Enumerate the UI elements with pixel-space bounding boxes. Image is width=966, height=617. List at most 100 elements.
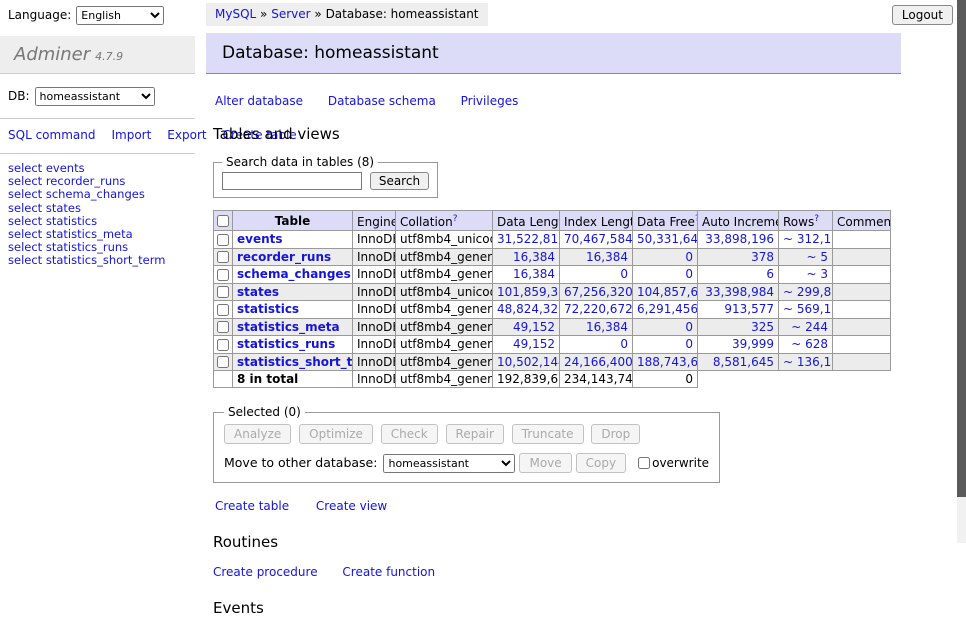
data-length-link[interactable]: 16,384 (513, 267, 555, 281)
index-length-link[interactable]: 0 (620, 337, 628, 351)
move-database-select[interactable]: homeassistant (383, 454, 515, 473)
index-length-link[interactable]: 72,220,672 (564, 302, 633, 316)
table-name-link[interactable]: statistics_runs (237, 337, 335, 351)
data-length-link[interactable]: 48,824,320 (497, 302, 560, 316)
search-button[interactable]: Search (370, 172, 429, 190)
search-input[interactable] (222, 172, 362, 190)
sql-command-link[interactable]: SQL command (8, 128, 95, 142)
move-button[interactable]: Move (519, 453, 571, 473)
rows-count-link[interactable]: ~ 299,833 (783, 285, 833, 299)
truncate-button[interactable]: Truncate (512, 424, 584, 444)
breadcrumb-server-link[interactable]: Server (271, 7, 310, 21)
drop-button[interactable]: Drop (591, 424, 640, 444)
data-length-link[interactable]: 31,522,816 (497, 232, 560, 246)
table-name-link[interactable]: statistics_meta (237, 320, 340, 334)
row-checkbox[interactable] (217, 269, 229, 281)
auto-increment-link[interactable]: 325 (751, 320, 774, 334)
create-view-link[interactable]: Create view (316, 499, 387, 513)
collation-cell: utf8mb4_general_ci (396, 301, 493, 319)
scrollbar-thumb[interactable] (957, 0, 966, 497)
index-length-link[interactable]: 0 (620, 267, 628, 281)
sidebar-item-select-schema-changes[interactable]: select schema_changes (8, 188, 187, 201)
create-procedure-link[interactable]: Create procedure (213, 565, 318, 579)
row-checkbox[interactable] (217, 286, 229, 298)
table-name-link[interactable]: schema_changes (237, 267, 351, 281)
total-collation-cell: utf8mb4_general_ci (396, 371, 493, 388)
data-free-link[interactable]: 0 (685, 320, 693, 334)
auto-increment-link[interactable]: 39,999 (732, 337, 774, 351)
auto-increment-link[interactable]: 33,898,196 (705, 232, 774, 246)
row-checkbox[interactable] (217, 304, 229, 316)
select-all-checkbox[interactable] (217, 215, 229, 227)
row-checkbox[interactable] (217, 321, 229, 333)
overwrite-checkbox[interactable] (638, 457, 650, 469)
data-free-link[interactable]: 188,743,680 (637, 355, 698, 369)
rows-count-link[interactable]: ~ 244 (791, 320, 828, 334)
sidebar-item-select-states[interactable]: select states (8, 202, 187, 215)
rows-count-link[interactable]: ~ 312,180 (783, 232, 833, 246)
table-row: statistics InnoDB utf8mb4_general_ci 48,… (214, 301, 891, 319)
index-length-link[interactable]: 24,166,400 (564, 355, 633, 369)
row-checkbox[interactable] (217, 234, 229, 246)
comment-cell (833, 301, 891, 319)
data-free-link[interactable]: 6,291,456 (637, 302, 698, 316)
column-help-link[interactable]: ? (453, 214, 458, 224)
table-name-link[interactable]: states (237, 285, 279, 299)
rows-count-link[interactable]: ~ 628 (791, 337, 828, 351)
optimize-button[interactable]: Optimize (299, 424, 373, 444)
alter-database-link[interactable]: Alter database (215, 94, 303, 108)
table-row: events InnoDB utf8mb4_unicode_ci 31,522,… (214, 231, 891, 249)
import-link[interactable]: Import (111, 128, 151, 142)
create-table-link-bottom[interactable]: Create table (215, 499, 289, 513)
table-name-link[interactable]: events (237, 232, 283, 246)
privileges-link[interactable]: Privileges (461, 94, 519, 108)
breadcrumb-mysql-link[interactable]: MySQL (215, 7, 256, 21)
create-function-link[interactable]: Create function (342, 565, 435, 579)
db-selector-row: DB:homeassistant (0, 74, 195, 119)
rows-count-link[interactable]: ~ 3 (806, 267, 828, 281)
index-length-link[interactable]: 67,256,320 (564, 285, 633, 299)
row-checkbox[interactable] (217, 339, 229, 351)
copy-button[interactable]: Copy (576, 453, 626, 473)
auto-increment-link[interactable]: 8,581,645 (713, 355, 774, 369)
sidebar-item-select-statistics-short-term[interactable]: select statistics_short_term (8, 254, 187, 267)
auto-increment-link[interactable]: 6 (766, 267, 774, 281)
check-button[interactable]: Check (381, 424, 438, 444)
data-free-link[interactable]: 50,331,648 (637, 232, 698, 246)
vertical-scrollbar[interactable] (957, 0, 966, 543)
logout-button[interactable]: Logout (892, 5, 953, 25)
table-name-link[interactable]: statistics_short_term (237, 355, 353, 369)
index-length-link[interactable]: 16,384 (586, 250, 628, 264)
database-schema-link[interactable]: Database schema (328, 94, 436, 108)
rows-count-link[interactable]: ~ 569,159 (783, 302, 833, 316)
table-row: statistics_short_term InnoDB utf8mb4_gen… (214, 353, 891, 371)
column-help-link[interactable]: ? (814, 214, 819, 224)
data-free-link[interactable]: 104,857,600 (637, 285, 698, 299)
rows-count-link[interactable]: ~ 5 (806, 250, 828, 264)
data-length-link[interactable]: 49,152 (513, 320, 555, 334)
move-label: Move to other database: (224, 455, 377, 470)
db-select[interactable]: homeassistant (35, 87, 155, 106)
data-length-link[interactable]: 49,152 (513, 337, 555, 351)
index-length-link[interactable]: 70,467,584 (564, 232, 633, 246)
export-link[interactable]: Export (167, 128, 206, 142)
data-free-link[interactable]: 0 (685, 250, 693, 264)
auto-increment-link[interactable]: 913,577 (724, 302, 774, 316)
data-free-link[interactable]: 0 (685, 337, 693, 351)
index-length-link[interactable]: 16,384 (586, 320, 628, 334)
row-checkbox[interactable] (217, 251, 229, 263)
row-checkbox[interactable] (217, 356, 229, 368)
auto-increment-link[interactable]: 33,398,984 (705, 285, 774, 299)
data-length-link[interactable]: 10,502,144 (497, 355, 560, 369)
column-header-data-length: Data Length? (493, 211, 560, 231)
data-length-link[interactable]: 16,384 (513, 250, 555, 264)
data-free-link[interactable]: 0 (685, 267, 693, 281)
table-name-link[interactable]: recorder_runs (237, 250, 331, 264)
analyze-button[interactable]: Analyze (224, 424, 291, 444)
table-name-link[interactable]: statistics (237, 302, 299, 316)
repair-button[interactable]: Repair (446, 424, 504, 444)
language-select[interactable]: English (76, 6, 164, 25)
auto-increment-link[interactable]: 378 (751, 250, 774, 264)
data-length-link[interactable]: 101,859,328 (497, 285, 560, 299)
rows-count-link[interactable]: ~ 136,108 (783, 355, 833, 369)
